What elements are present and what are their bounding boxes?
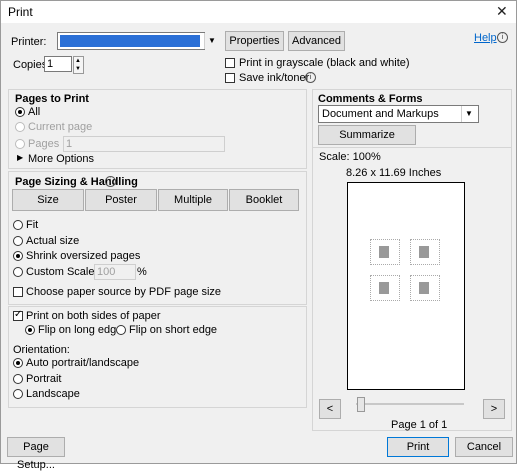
summarize-comments-button[interactable]: Summarize Comments — [318, 125, 416, 159]
printer-selected-value — [60, 35, 200, 47]
scale-label: Scale: 100% — [319, 151, 381, 163]
page-slider-track[interactable] — [356, 403, 464, 405]
window-title: Print — [8, 5, 33, 19]
multiple-button[interactable]: Multiple — [158, 189, 228, 211]
info-icon[interactable]: i — [305, 72, 316, 83]
info-icon[interactable]: i — [105, 176, 116, 187]
title-bar: Print ✕ — [1, 1, 516, 23]
page-preview — [347, 182, 465, 390]
paper-size-label: 8.26 x 11.69 Inches — [346, 167, 442, 179]
long-edge-radio[interactable] — [25, 325, 35, 335]
portrait-label: Portrait — [26, 373, 62, 385]
long-edge-label: Flip on long edge — [38, 324, 123, 336]
pages-range-label: Pages — [28, 138, 60, 150]
printer-select[interactable]: ▼ — [57, 32, 216, 50]
both-sides-label: Print on both sides of paper — [26, 310, 161, 322]
help-link[interactable]: Help — [474, 32, 497, 44]
print-dialog: Print ✕ Printer: ▼ Properties Advanced H… — [0, 0, 517, 471]
comments-selected-value: Document and Markups — [322, 108, 439, 120]
preview-thumbnail-grid — [368, 235, 444, 305]
page-slider-thumb[interactable] — [357, 397, 365, 412]
prev-page-button[interactable]: < — [319, 399, 341, 419]
properties-button[interactable]: Properties — [225, 31, 284, 51]
next-page-button[interactable]: > — [483, 399, 505, 419]
chevron-down-icon[interactable]: ▼ — [75, 65, 81, 73]
pages-range-radio[interactable] — [15, 139, 25, 149]
cancel-button[interactable]: Cancel — [455, 437, 513, 457]
comments-forms-title: Comments & Forms — [318, 93, 423, 105]
all-pages-label: All — [28, 106, 41, 118]
size-button[interactable]: Size — [12, 189, 84, 211]
shrink-oversized-label: Shrink oversized pages — [26, 250, 141, 262]
poster-button[interactable]: Poster — [85, 189, 157, 211]
short-edge-radio[interactable] — [116, 325, 126, 335]
copies-input[interactable]: 1 — [44, 56, 72, 72]
print-button[interactable]: Print — [387, 437, 449, 457]
more-options-label[interactable]: More Options — [28, 153, 94, 165]
thumbnail — [370, 275, 400, 301]
all-pages-radio[interactable] — [15, 107, 25, 117]
both-sides-checkbox[interactable] — [13, 309, 23, 321]
custom-scale-input[interactable]: 100 — [94, 264, 136, 280]
custom-scale-label: Custom Scale: — [26, 266, 98, 278]
landscape-label: Landscape — [26, 388, 80, 400]
actual-size-label: Actual size — [26, 235, 80, 247]
grayscale-checkbox[interactable] — [225, 58, 235, 68]
portrait-radio[interactable] — [13, 374, 23, 384]
chevron-up-icon[interactable]: ▲ — [75, 57, 81, 65]
custom-scale-unit: % — [137, 266, 147, 278]
paper-source-label: Choose paper source by PDF page size — [26, 286, 222, 298]
auto-orientation-label: Auto portrait/landscape — [26, 357, 140, 369]
shrink-oversized-radio[interactable] — [13, 251, 23, 261]
more-options-caret-icon[interactable]: ▶ — [17, 153, 23, 162]
save-ink-label: Save ink/toner — [239, 72, 310, 84]
booklet-button[interactable]: Booklet — [229, 189, 299, 211]
landscape-radio[interactable] — [13, 389, 23, 399]
comments-select[interactable]: Document and Markups ▼ — [318, 105, 479, 123]
page-sizing-title: Page Sizing & Handling — [15, 176, 138, 188]
fit-label: Fit — [26, 219, 39, 231]
paper-source-checkbox[interactable] — [13, 287, 23, 297]
custom-scale-radio[interactable] — [13, 267, 23, 277]
fit-radio[interactable] — [13, 220, 23, 230]
advanced-button[interactable]: Advanced — [288, 31, 345, 51]
pages-to-print-title: Pages to Print — [15, 93, 89, 105]
current-page-label: Current page — [28, 121, 93, 133]
chevron-down-icon[interactable]: ▼ — [204, 33, 219, 49]
page-setup-button[interactable]: Page Setup... — [7, 437, 65, 471]
thumbnail — [410, 239, 440, 265]
auto-orientation-radio[interactable] — [13, 358, 23, 368]
grayscale-label: Print in grayscale (black and white) — [239, 57, 410, 69]
save-ink-checkbox[interactable] — [225, 73, 235, 83]
close-icon[interactable]: ✕ — [496, 3, 508, 20]
copies-stepper[interactable]: ▲ ▼ — [73, 56, 84, 74]
page-indicator: Page 1 of 1 — [391, 419, 448, 431]
current-page-radio[interactable] — [15, 122, 25, 132]
actual-size-radio[interactable] — [13, 236, 23, 246]
chevron-down-icon[interactable]: ▼ — [461, 106, 476, 122]
thumbnail — [410, 275, 440, 301]
help-info-icon[interactable]: i — [497, 32, 508, 43]
orientation-title: Orientation: — [13, 344, 70, 356]
thumbnail — [370, 239, 400, 265]
pages-range-input[interactable]: 1 — [63, 136, 225, 152]
short-edge-label: Flip on short edge — [129, 324, 218, 336]
printer-label: Printer: — [11, 36, 47, 48]
